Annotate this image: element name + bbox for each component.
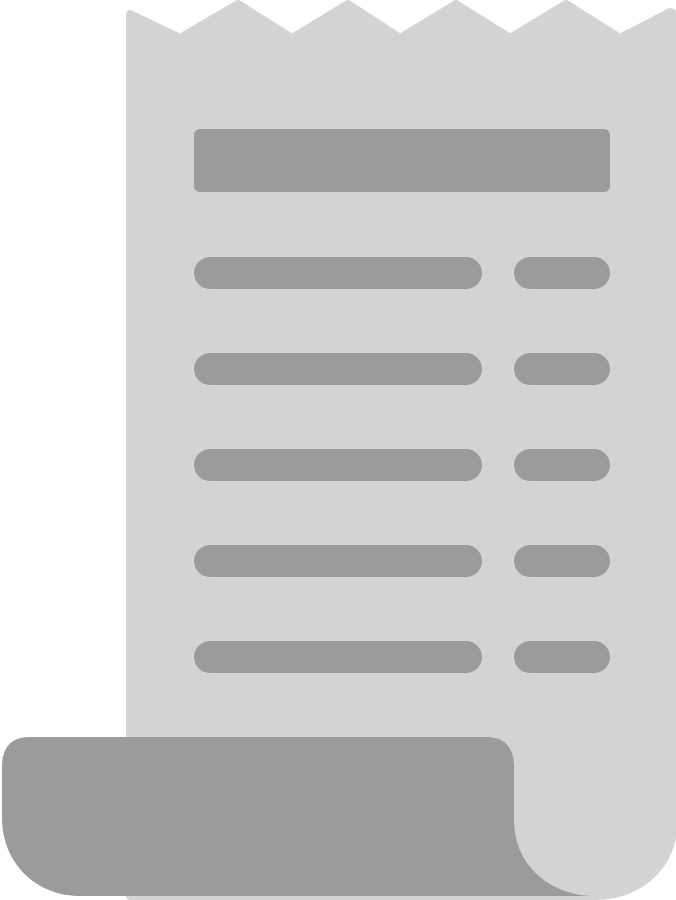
- receipt-icon: [2, 0, 676, 900]
- line-item-amount: [514, 641, 610, 673]
- line-item-amount: [514, 257, 610, 289]
- line-item: [194, 449, 610, 481]
- line-item-description: [194, 257, 482, 289]
- line-item: [194, 641, 610, 673]
- line-item-description: [194, 545, 482, 577]
- line-item: [194, 257, 610, 289]
- line-item-description: [194, 449, 482, 481]
- line-item-amount: [514, 449, 610, 481]
- line-item: [194, 353, 610, 385]
- line-item-amount: [514, 545, 610, 577]
- line-item-description: [194, 641, 482, 673]
- line-item-description: [194, 353, 482, 385]
- receipt-curl: [2, 737, 595, 896]
- receipt-header-bar: [194, 129, 610, 192]
- line-item-amount: [514, 353, 610, 385]
- line-item: [194, 545, 610, 577]
